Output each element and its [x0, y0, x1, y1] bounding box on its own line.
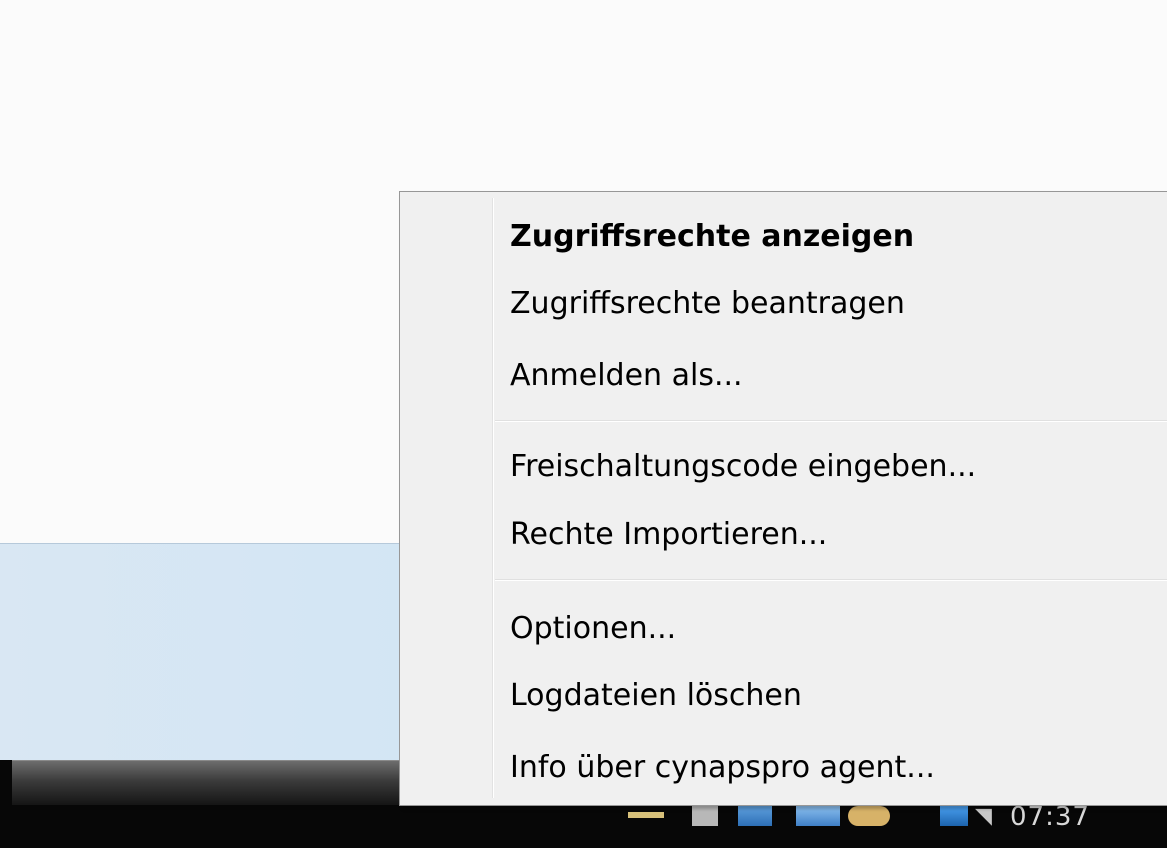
system-tray: ◥ 07:37	[620, 802, 1167, 832]
taskbar-clock[interactable]: 07:37	[1010, 802, 1090, 832]
menu-gutter-divider	[492, 198, 494, 798]
tray-printer-icon[interactable]	[692, 806, 718, 826]
context-menu: Zugriffsrechte anzeigen Zugriffsrechte b…	[399, 191, 1167, 806]
menu-item-anmelden-als[interactable]: Anmelden als...	[510, 349, 1150, 403]
menu-separator	[495, 420, 1167, 422]
signal-icon[interactable]: ◥	[975, 804, 992, 829]
menu-item-zugriffsrechte-beantragen[interactable]: Zugriffsrechte beantragen	[510, 277, 1150, 331]
menu-item-zugriffsrechte-anzeigen[interactable]: Zugriffsrechte anzeigen	[510, 210, 1150, 264]
menu-item-info-ueber[interactable]: Info über cynapspro agent...	[510, 741, 1150, 795]
tray-app-icon[interactable]	[628, 812, 664, 818]
menu-item-freischaltungscode[interactable]: Freischaltungscode eingeben...	[510, 440, 1150, 494]
menu-item-logdateien-loeschen[interactable]: Logdateien löschen	[510, 669, 1150, 723]
tray-connection-icon[interactable]	[940, 806, 968, 826]
menu-item-optionen[interactable]: Optionen...	[510, 602, 1150, 656]
menu-separator	[495, 579, 1167, 581]
tray-monitor-icon[interactable]	[796, 806, 840, 826]
menu-item-rechte-importieren[interactable]: Rechte Importieren...	[510, 508, 1150, 562]
tray-cynapspro-icon[interactable]	[848, 806, 890, 826]
tray-network-icon[interactable]	[738, 806, 772, 826]
